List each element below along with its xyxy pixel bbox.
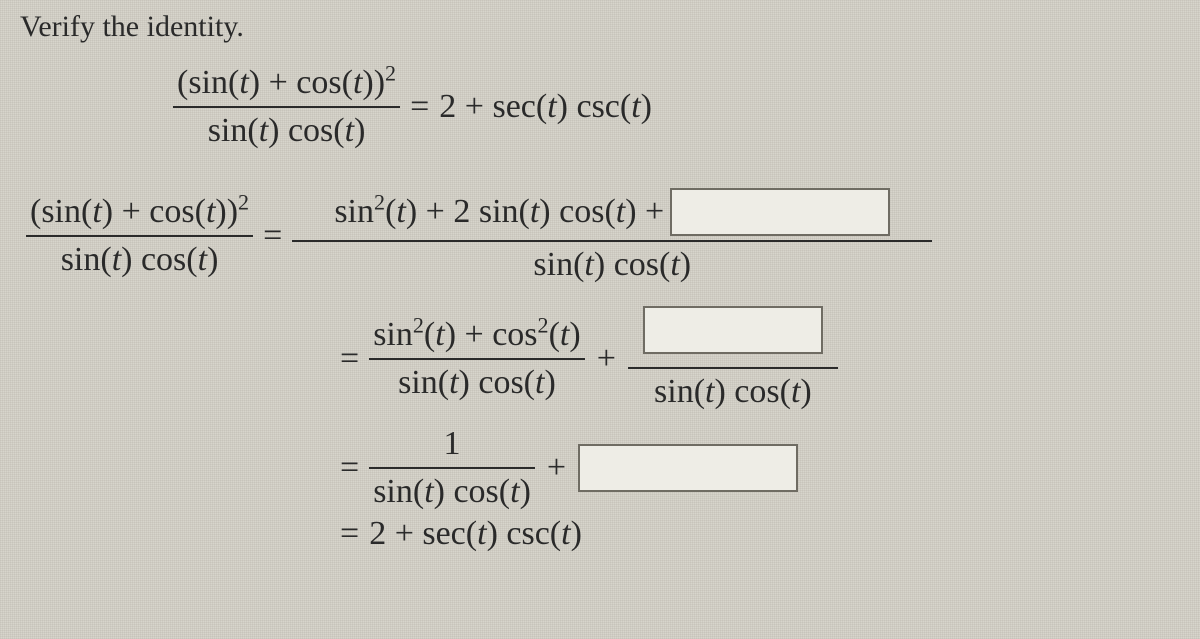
identity-lhs-fraction: (sin(t) + cos(t))2 sin(t) cos(t) bbox=[173, 64, 400, 150]
step3-frac-num: 1 bbox=[440, 425, 465, 463]
plus-sign: + bbox=[547, 449, 566, 487]
equals-sign: = bbox=[410, 88, 429, 126]
step1-lhs-numerator: (sin(t) + cos(t))2 bbox=[26, 193, 253, 231]
step1-rhs-fraction: sin2(t) + 2 sin(t) cos(t) + sin(t) cos(t… bbox=[292, 188, 932, 284]
identity-lhs-denominator: sin(t) cos(t) bbox=[204, 112, 370, 150]
step2-frac2-num bbox=[639, 306, 827, 363]
answer-blank-2[interactable] bbox=[643, 306, 823, 354]
answer-blank-3[interactable] bbox=[578, 444, 798, 492]
step2-frac1-den: sin(t) cos(t) bbox=[394, 364, 560, 402]
step-3: = 1 sin(t) cos(t) + bbox=[330, 425, 1182, 511]
equals-sign: = bbox=[263, 217, 282, 255]
page: Verify the identity. (sin(t) + cos(t))2 … bbox=[0, 0, 1200, 553]
step1-lhs-fraction: (sin(t) + cos(t))2 sin(t) cos(t) bbox=[26, 193, 253, 279]
instruction-heading: Verify the identity. bbox=[20, 10, 1182, 44]
step2-frac2-den: sin(t) cos(t) bbox=[650, 373, 816, 411]
step1-rhs-denominator: sin(t) cos(t) bbox=[529, 246, 695, 284]
identity-equation: (sin(t) + cos(t))2 sin(t) cos(t) = 2 + s… bbox=[173, 64, 1182, 150]
step1-rhs-numerator: sin2(t) + 2 sin(t) cos(t) + bbox=[330, 188, 894, 236]
step3-fraction: 1 sin(t) cos(t) bbox=[369, 425, 535, 511]
step-4: = 2 + sec(t) csc(t) bbox=[330, 515, 1182, 553]
step-1: (sin(t) + cos(t))2 sin(t) cos(t) = sin2(… bbox=[26, 188, 1182, 284]
step3-frac-den: sin(t) cos(t) bbox=[369, 473, 535, 511]
identity-rhs: 2 + sec(t) csc(t) bbox=[439, 88, 652, 126]
step-2: = sin2(t) + cos2(t) sin(t) cos(t) + sin(… bbox=[330, 306, 1182, 411]
step2-first-fraction: sin2(t) + cos2(t) sin(t) cos(t) bbox=[369, 316, 585, 402]
equals-sign: = bbox=[340, 449, 359, 487]
equals-sign: = bbox=[340, 340, 359, 378]
step1-lhs-denominator: sin(t) cos(t) bbox=[57, 241, 223, 279]
equals-sign: = bbox=[340, 515, 359, 553]
plus-sign: + bbox=[597, 340, 616, 378]
step1-rhs-num-prefix: sin2(t) + 2 sin(t) cos(t) + bbox=[334, 193, 664, 231]
answer-blank-1[interactable] bbox=[670, 188, 890, 236]
step4-rhs: 2 + sec(t) csc(t) bbox=[369, 515, 582, 553]
step2-frac1-num: sin2(t) + cos2(t) bbox=[369, 316, 585, 354]
step2-second-fraction: sin(t) cos(t) bbox=[628, 306, 838, 411]
identity-lhs-numerator: (sin(t) + cos(t))2 bbox=[173, 64, 400, 102]
